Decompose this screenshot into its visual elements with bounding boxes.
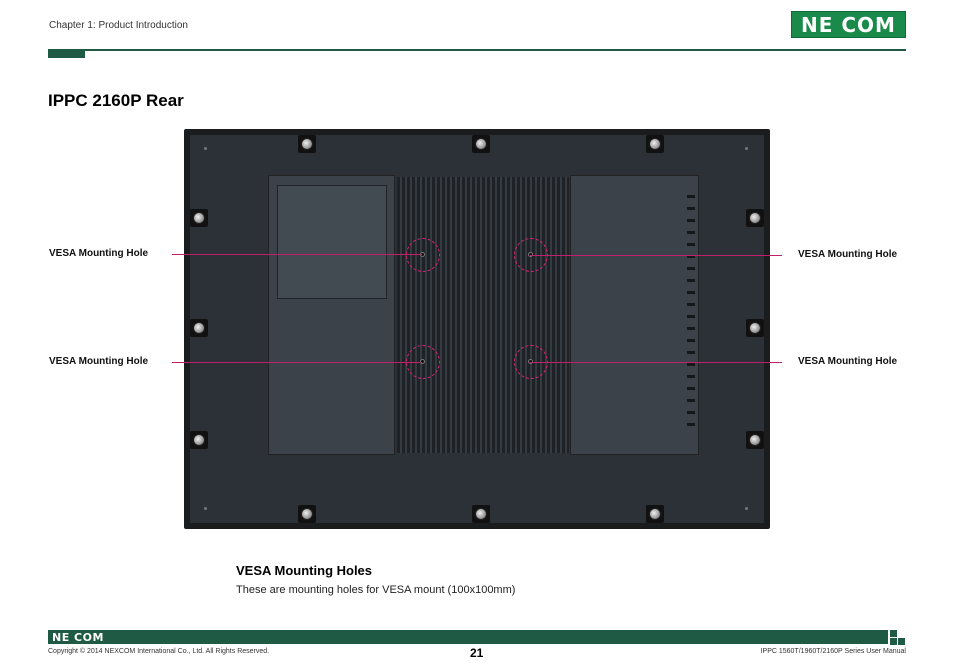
vent-slot (687, 351, 695, 354)
screw-icon (193, 212, 205, 224)
vent-slot (687, 195, 695, 198)
callout-line (172, 362, 422, 363)
screw-icon (749, 434, 761, 446)
product-rear-image (184, 129, 770, 529)
chapter-title: Chapter 1: Product Introduction (49, 20, 188, 31)
footer-square-decoration (890, 630, 897, 637)
vent-slot (687, 231, 695, 234)
vent-slot (687, 363, 695, 366)
callout-line (172, 254, 422, 255)
vent-slot (687, 387, 695, 390)
vent-slot (687, 375, 695, 378)
vent-slot (687, 303, 695, 306)
heatsink-fins (397, 177, 569, 453)
logo-text: NE COM (801, 12, 896, 37)
page-number: 21 (470, 646, 484, 660)
vent-slot (687, 219, 695, 222)
manual-title: IPPC 1560T/1960T/2160P Series User Manua… (760, 648, 906, 655)
nexcom-logo: NE COM (791, 11, 906, 38)
right-enclosure (570, 175, 699, 455)
footer-square-decoration (890, 638, 897, 645)
vent-slot (687, 327, 695, 330)
vent-slot (687, 243, 695, 246)
vent-slot (687, 315, 695, 318)
section-subheading: VESA Mounting Holes (236, 563, 373, 578)
callout-label-top-left: VESA Mounting Hole (49, 248, 149, 259)
panel-back (190, 135, 764, 523)
rivet (204, 147, 207, 150)
footer-logo: NE COM (52, 631, 104, 644)
screw-icon (475, 138, 487, 150)
header-tab-marker (48, 51, 85, 58)
vent-slot (687, 279, 695, 282)
screw-icon (749, 322, 761, 334)
callout-label-bottom-left: VESA Mounting Hole (49, 356, 149, 367)
screw-icon (301, 508, 313, 520)
access-hatch (277, 185, 387, 299)
screw-icon (649, 138, 661, 150)
screw-icon (749, 212, 761, 224)
rivet (745, 147, 748, 150)
rivet (745, 507, 748, 510)
page-title: IPPC 2160P Rear (48, 91, 184, 110)
screw-icon (649, 508, 661, 520)
screw-icon (475, 508, 487, 520)
header-rule (48, 49, 906, 51)
screw-icon (193, 322, 205, 334)
screw-icon (301, 138, 313, 150)
vent-slot (687, 291, 695, 294)
callout-label-bottom-right: VESA Mounting Hole (798, 356, 898, 367)
rivet (204, 507, 207, 510)
callout-line (530, 362, 782, 363)
callout-label-top-right: VESA Mounting Hole (798, 249, 898, 260)
vent-slot (687, 207, 695, 210)
vent-slot (687, 267, 695, 270)
vent-slot (687, 423, 695, 426)
footer-bar (48, 630, 888, 644)
vent-slot (687, 399, 695, 402)
section-description: These are mounting holes for VESA mount … (236, 584, 516, 596)
copyright-text: Copyright © 2014 NEXCOM International Co… (48, 648, 270, 655)
vent-slot (687, 411, 695, 414)
footer-square-decoration (898, 638, 905, 645)
callout-line (530, 255, 782, 256)
vent-slot (687, 339, 695, 342)
screw-icon (193, 434, 205, 446)
